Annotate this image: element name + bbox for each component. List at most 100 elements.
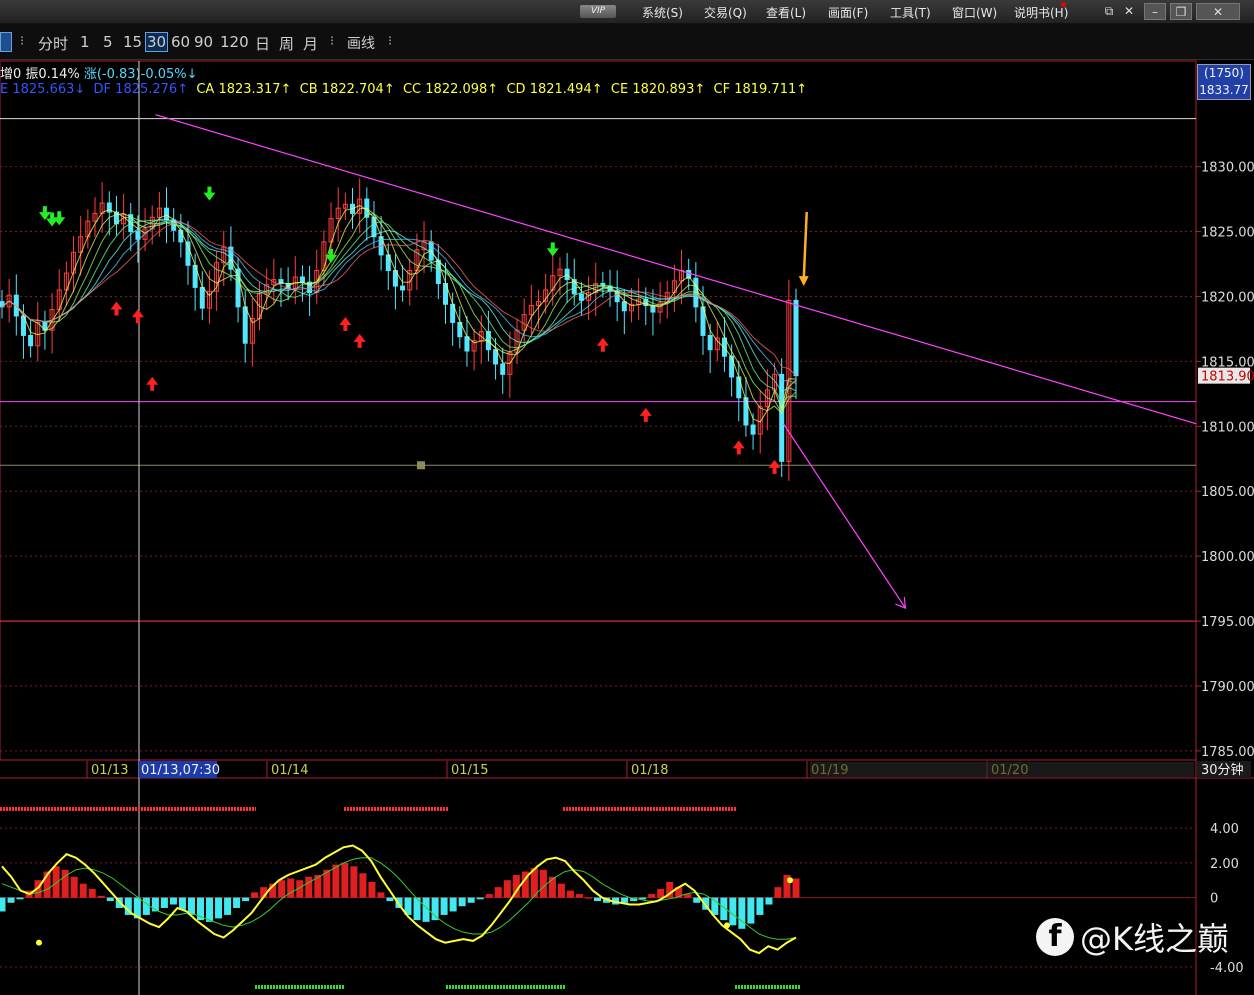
macd-bar (648, 894, 656, 898)
period-label: 30分钟 (1201, 762, 1244, 778)
y-tick-label: 1820.00 (1201, 290, 1254, 305)
x-tick-label: 01/15 (451, 763, 488, 778)
candle-body (750, 424, 756, 435)
macd-tick-label: -4.00 (1210, 961, 1244, 976)
y-tick-label: 1795.00 (1201, 615, 1254, 630)
macd-bar (0, 897, 6, 912)
macd-bar (756, 897, 764, 915)
trendline (155, 114, 1197, 425)
y-tick-label: 1810.00 (1201, 420, 1254, 435)
macd-bar (738, 897, 746, 929)
macd-bar (594, 897, 601, 902)
macd-bar (350, 866, 358, 898)
macd-tick-label: 4.00 (1210, 822, 1239, 837)
buy-signal-arrow-icon (768, 459, 781, 474)
macd-bar (557, 883, 565, 898)
x-tick-label: 01/18 (631, 763, 668, 778)
macd-bar (792, 878, 800, 898)
macd-bar (566, 890, 574, 898)
macd-bar (440, 897, 448, 915)
candle-body (242, 306, 248, 344)
ma-ribbon-line (1, 205, 797, 423)
ma-ribbon-line (1, 219, 797, 404)
macd-bar (206, 897, 214, 922)
macd-bar (224, 897, 232, 915)
macd-bar (467, 897, 475, 903)
macd-bar (178, 897, 186, 910)
highlight-arrowhead (798, 276, 809, 287)
sell-signal-arrow-icon (38, 206, 51, 221)
candle-body (743, 397, 749, 426)
macd-bar (747, 897, 755, 924)
candle-body (28, 334, 34, 347)
candle-body (500, 363, 506, 375)
buy-signal-arrow-icon (596, 337, 609, 352)
macd-bar (774, 887, 782, 898)
candle-body (199, 286, 205, 309)
watermark: f @K线之巅 (1036, 914, 1229, 960)
line-anchor-marker (417, 461, 425, 470)
macd-bar (368, 881, 376, 898)
candle-body (299, 276, 305, 283)
buy-signal-arrow-icon (110, 301, 123, 316)
macd-bar (287, 878, 295, 898)
macd-bar (97, 895, 105, 898)
macd-tick-label: 0 (1210, 892, 1218, 907)
candle-body (779, 373, 785, 462)
crosshair-date-label: 01/13,07:30 (141, 763, 220, 778)
macd-bar (233, 897, 241, 908)
buy-signal-arrow-icon (732, 440, 745, 455)
macd-bar (359, 873, 367, 898)
macd-bar (142, 897, 150, 915)
sell-signal-arrow-icon (203, 186, 216, 201)
watermark-text: @K线之巅 (1080, 920, 1229, 958)
buy-signal-arrow-icon (353, 333, 366, 348)
candle-body (400, 285, 406, 291)
macd-bar (494, 887, 502, 898)
macd-bar (485, 894, 493, 898)
macd-bar (449, 897, 457, 912)
buy-signal-arrow-icon (339, 317, 352, 332)
y-tick-label: 1790.00 (1201, 680, 1254, 695)
buy-signal-arrow-icon (146, 376, 159, 391)
y-tick-label: 1830.00 (1201, 161, 1254, 176)
macd-bar (70, 876, 78, 898)
sell-signal-arrow-icon (53, 211, 66, 226)
macd-bar (16, 897, 24, 900)
chart-canvas[interactable]: 1830.001825.001820.001815.001810.001805.… (0, 0, 1254, 995)
macd-bar (729, 897, 737, 926)
macd-bar (386, 897, 394, 902)
candle-body (621, 301, 627, 312)
macd-bar (52, 866, 60, 898)
macd-bar (657, 888, 665, 898)
x-tick-label: 01/13 (91, 763, 128, 778)
macd-bar (332, 864, 340, 898)
macd-bar (621, 897, 629, 903)
macd-bar (88, 888, 96, 898)
macd-tick-label: 2.00 (1210, 857, 1239, 872)
candle-body (178, 229, 184, 243)
macd-bar (575, 894, 583, 898)
macd-bar (169, 897, 177, 905)
facebook-icon: f (1036, 918, 1074, 956)
candle-body (578, 293, 584, 301)
candle-body (464, 336, 470, 352)
y-tick-label: 1805.00 (1201, 485, 1254, 500)
macd-bar (305, 876, 313, 898)
highlight-arrow (802, 212, 808, 281)
candle-body (164, 207, 170, 221)
macd-bar (458, 897, 466, 907)
macd-dot (724, 922, 730, 929)
macd-bar (765, 897, 773, 905)
future-area (810, 762, 1194, 777)
candle-body (793, 299, 799, 377)
macd-dot (36, 939, 42, 946)
y-tick-label: 1800.00 (1201, 550, 1254, 565)
macd-dot (787, 877, 793, 884)
sell-signal-arrow-icon (546, 242, 559, 257)
last-price-label: 1813.90 (1201, 370, 1254, 385)
macd-bar (79, 883, 87, 898)
y-tick-label: 1785.00 (1201, 745, 1254, 760)
candle-body (707, 334, 713, 351)
macd-bar (160, 897, 168, 908)
